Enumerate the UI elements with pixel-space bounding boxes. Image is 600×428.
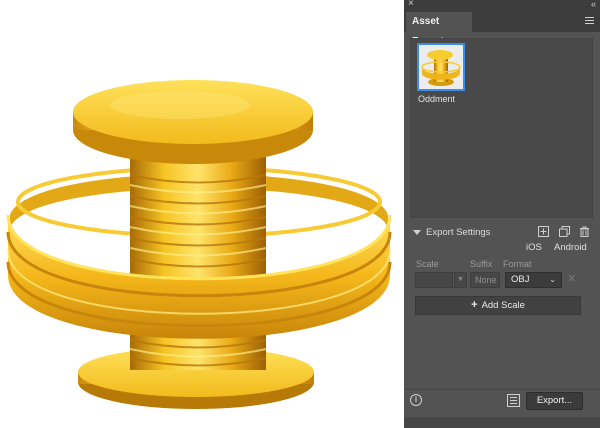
add-scale-button[interactable]: + Add Scale	[415, 296, 581, 315]
close-icon[interactable]: ×	[408, 0, 414, 10]
platform-ios[interactable]: iOS	[526, 242, 542, 253]
trash-icon[interactable]	[579, 226, 590, 237]
duplicate-icon[interactable]	[559, 226, 570, 237]
add-scale-label: Add Scale	[481, 300, 525, 311]
scale-input[interactable]	[415, 272, 453, 288]
info-icon[interactable]: i	[410, 394, 422, 406]
add-export-settings-icon[interactable]	[538, 226, 549, 237]
asset-label: Oddment	[418, 94, 456, 104]
platform-android[interactable]: Android	[554, 242, 587, 253]
export-settings-sheet-icon[interactable]	[507, 394, 520, 407]
asset-list: Oddment	[410, 38, 593, 218]
asset-thumbnail-image	[419, 45, 463, 89]
export-button[interactable]: Export...	[526, 392, 583, 410]
footer-divider	[404, 389, 600, 390]
asset-thumbnail[interactable]	[417, 43, 465, 91]
disclosure-triangle-icon[interactable]	[413, 230, 421, 235]
export-settings-header[interactable]: Export Settings	[404, 226, 600, 240]
format-column-label: Format	[503, 259, 532, 269]
plus-icon: +	[471, 299, 478, 311]
suffix-column-label: Suffix	[470, 259, 493, 269]
panel-title-strip: × «	[404, 0, 600, 10]
hamburger-menu-icon[interactable]	[585, 17, 594, 24]
collapse-icon[interactable]: «	[591, 0, 596, 10]
chevron-down-icon: ⌄	[549, 275, 556, 284]
scale-dropdown-button[interactable]: ▼	[454, 272, 467, 288]
format-value: OBJ	[511, 274, 530, 285]
scale-column-label: Scale	[416, 259, 439, 269]
format-select[interactable]: OBJ ⌄	[505, 272, 562, 288]
suffix-input[interactable]: None	[470, 272, 500, 288]
asset-export-panel: × « Asset Export Oddment Export Settings	[404, 0, 600, 428]
panel-tab-bar: Asset Export	[404, 10, 600, 47]
top-disc	[73, 80, 313, 164]
artwork-canvas[interactable]	[0, 0, 400, 428]
remove-scale-icon[interactable]: ✕	[567, 272, 576, 286]
panel-resize-grip[interactable]	[404, 417, 600, 428]
export-settings-title: Export Settings	[426, 227, 491, 238]
tab-asset-export[interactable]: Asset Export	[406, 12, 472, 47]
